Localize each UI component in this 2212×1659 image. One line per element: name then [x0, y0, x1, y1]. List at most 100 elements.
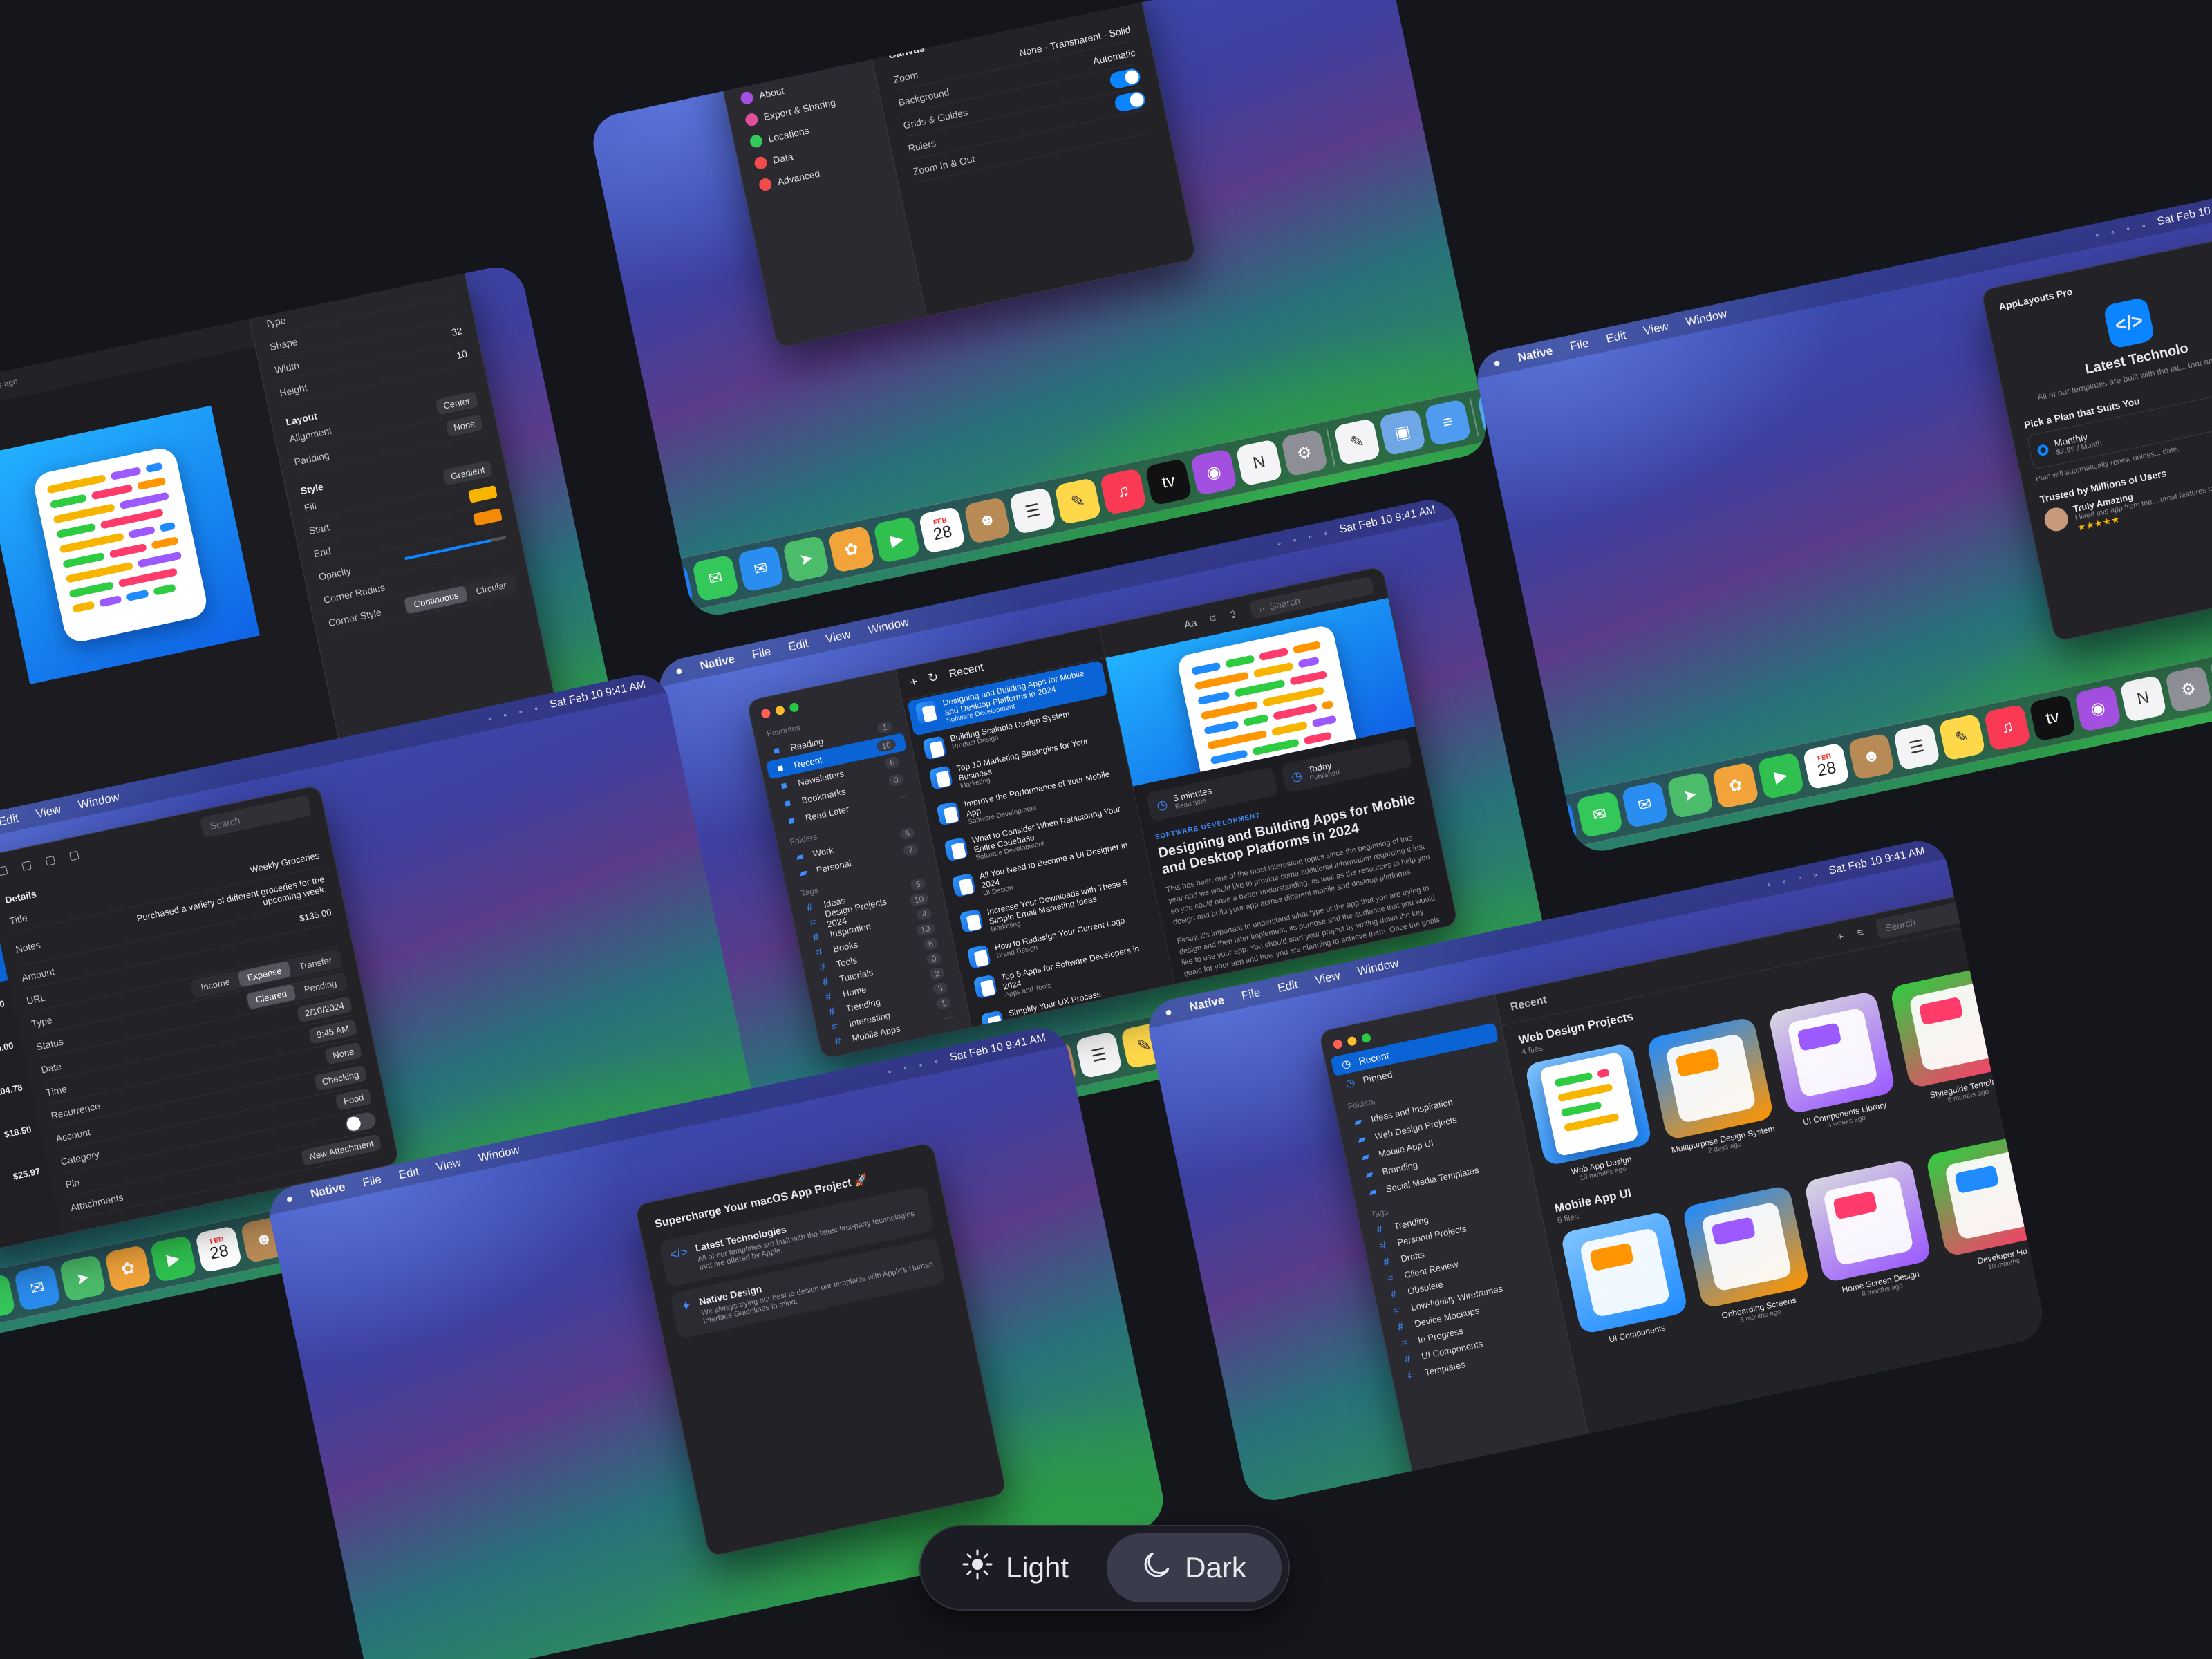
messages-icon[interactable]: ✉	[0, 1273, 16, 1322]
apple-icon[interactable]: ●	[1163, 1004, 1174, 1020]
wifi-icon[interactable]: ◦	[487, 713, 492, 724]
contacts-icon[interactable]: ☻	[963, 496, 1011, 545]
amount-value[interactable]: $135.00	[299, 907, 332, 924]
menu-item-window[interactable]: Window	[1356, 956, 1400, 978]
search-icon[interactable]: ◦	[1292, 534, 1297, 546]
menu-item-view[interactable]: View	[1314, 968, 1342, 987]
radio-button[interactable]	[2036, 443, 2050, 457]
reminders-icon[interactable]: ☰	[1075, 1031, 1123, 1079]
menu-item-file[interactable]: File	[362, 1172, 383, 1190]
freeform-icon[interactable]: ✎	[1333, 418, 1381, 466]
maps-icon[interactable]: ➤	[59, 1254, 106, 1302]
share-icon[interactable]: ⇪	[1228, 608, 1239, 621]
light-mode-button[interactable]: Light	[928, 1533, 1103, 1602]
menu-clock[interactable]: Sat Feb 10 9:41 AM	[1338, 504, 1436, 536]
minimize-button[interactable]	[1347, 1035, 1358, 1047]
search-icon[interactable]: ◦	[1781, 875, 1787, 887]
refresh-icon[interactable]: ↻	[926, 670, 939, 686]
settings-icon[interactable]: ⚙	[2164, 665, 2212, 713]
menu-item-view[interactable]: View	[435, 1156, 462, 1174]
close-button[interactable]	[1332, 1038, 1344, 1050]
control-center-icon[interactable]: ◦	[1812, 869, 1818, 881]
facetime-icon[interactable]: ▶	[1756, 751, 1805, 800]
file-item[interactable]: Web App Design 10 minutes ago	[1524, 1042, 1658, 1189]
pin-toggle[interactable]	[344, 1110, 377, 1134]
messages-icon[interactable]: ✉	[1575, 790, 1624, 838]
mail-icon[interactable]: ✉	[13, 1264, 62, 1312]
podcasts-icon[interactable]: ◉	[2074, 684, 2122, 733]
reminders-icon[interactable]: ☰	[1009, 487, 1057, 535]
file-item[interactable]: Onboarding Screens 3 months ago	[1681, 1184, 1815, 1331]
safari-icon[interactable]: ◎	[1530, 800, 1578, 848]
maps-icon[interactable]: ➤	[1666, 771, 1714, 819]
close-button[interactable]	[760, 708, 771, 719]
mail-icon[interactable]: ✉	[737, 545, 785, 592]
menu-item-edit[interactable]: Edit	[1277, 977, 1300, 995]
calendar-icon[interactable]: ▢	[20, 857, 33, 873]
dark-mode-button[interactable]: Dark	[1107, 1533, 1282, 1602]
settings-icon[interactable]: ⚙	[1280, 429, 1329, 477]
menu-item-edit[interactable]: Edit	[397, 1165, 420, 1183]
news-icon[interactable]: N	[1235, 438, 1283, 487]
search-field[interactable]: Search	[1875, 896, 1988, 940]
menu-item-window[interactable]: Window	[477, 1143, 521, 1165]
control-center-icon[interactable]: ◦	[1323, 527, 1329, 539]
menu-item-view[interactable]: View	[1642, 319, 1670, 338]
share-icon[interactable]: ▢	[68, 847, 81, 863]
file-item[interactable]: Developer Hu 10 months	[1925, 1133, 2048, 1280]
facetime-icon[interactable]: ▶	[149, 1235, 198, 1283]
menu-clock[interactable]: Sat Feb 10 9:41 AM	[1828, 845, 1926, 878]
search-icon[interactable]: ◦	[902, 1062, 908, 1074]
control-center-icon[interactable]: ◦	[2141, 219, 2146, 231]
hashtag-icon[interactable]: ▢	[44, 852, 57, 868]
file-item[interactable]: Multipurpose Design System 2 days ago	[1646, 1016, 1779, 1163]
calendar-icon[interactable]: FEB28	[1802, 742, 1850, 790]
calendar-icon[interactable]: FEB28	[194, 1225, 243, 1273]
toggle-switch[interactable]	[1113, 89, 1147, 113]
toggle-switch[interactable]	[1108, 66, 1142, 90]
user-icon[interactable]: ◦	[518, 706, 523, 718]
safari-icon[interactable]: ◎	[646, 564, 694, 612]
wifi-icon[interactable]: ◦	[1766, 879, 1772, 890]
property-value[interactable]: 10	[456, 348, 469, 361]
recurrence-value[interactable]: None	[324, 1042, 363, 1065]
launchpad-icon[interactable]: ▦	[601, 573, 649, 621]
podcasts-icon[interactable]: ◉	[1190, 448, 1238, 496]
apple-icon[interactable]: ●	[284, 1191, 294, 1207]
photos-icon[interactable]: ✿	[827, 525, 876, 574]
user-icon[interactable]: ◦	[1797, 872, 1802, 884]
menu-item-edit[interactable]: Edit	[787, 637, 809, 655]
menu-item-file[interactable]: File	[1240, 986, 1262, 1003]
menu-item-window[interactable]: Window	[1685, 307, 1728, 329]
settings-row-value[interactable]: Automatic	[1092, 46, 1136, 66]
control-center-icon[interactable]: ◦	[534, 702, 539, 714]
menu-item-edit[interactable]: Edit	[1605, 328, 1628, 346]
menu-item-edit[interactable]: Edit	[0, 812, 20, 830]
menu-clock[interactable]: Sat Feb 10 9:41 AM	[2156, 196, 2212, 228]
messages-icon[interactable]: ✉	[691, 554, 740, 602]
bookmark-icon[interactable]: ⌑	[1209, 612, 1217, 626]
category-value[interactable]: Food	[335, 1087, 373, 1111]
wifi-icon[interactable]: ◦	[2094, 229, 2100, 241]
calendar-icon[interactable]: FEB28	[918, 506, 966, 554]
facetime-icon[interactable]: ▶	[872, 516, 921, 564]
file-item[interactable]: Styleguide Template 6 months ago	[1889, 964, 2023, 1112]
textedit-icon[interactable]: ≡	[1424, 398, 1472, 447]
color-swatch[interactable]	[467, 485, 498, 503]
search-icon[interactable]: ◦	[503, 709, 508, 721]
search-icon[interactable]: ◦	[2110, 226, 2115, 238]
menu-item-window[interactable]: Window	[867, 615, 910, 637]
music-icon[interactable]: ♫	[1983, 704, 2032, 752]
layout-value[interactable]: None	[445, 414, 484, 438]
file-item[interactable]: Home Screen Design 8 months ago	[1803, 1159, 1937, 1306]
user-icon[interactable]: ◦	[2126, 223, 2131, 234]
file-item[interactable]: UI Components Library 5 weeks ago	[1768, 990, 1901, 1137]
menu-item-view[interactable]: View	[825, 628, 852, 646]
photos-icon[interactable]: ✿	[1712, 761, 1760, 809]
filter-icon[interactable]: ≡	[1856, 926, 1865, 940]
user-icon[interactable]: ◦	[1307, 531, 1313, 543]
notes-icon[interactable]: ✎	[1938, 713, 1986, 762]
notes-icon[interactable]: ✎	[1053, 477, 1102, 525]
file-item[interactable]: UI Components	[1559, 1210, 1694, 1357]
preview-icon[interactable]: ▣	[1378, 408, 1427, 456]
